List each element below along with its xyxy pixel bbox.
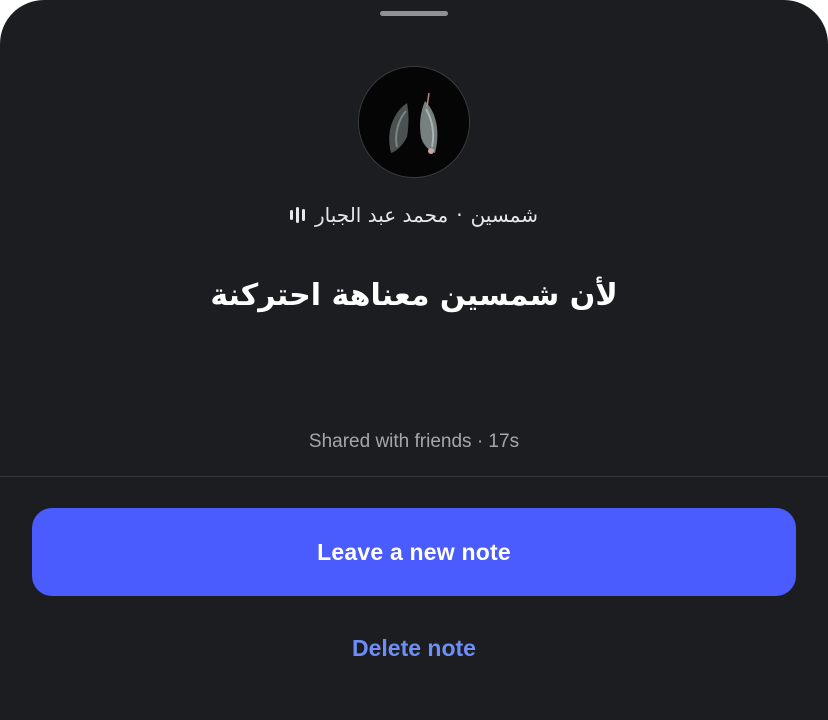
divider	[0, 476, 828, 477]
sheet-grabber[interactable]	[380, 11, 448, 16]
separator: ·	[456, 203, 463, 227]
delete-note-button[interactable]: Delete note	[0, 628, 828, 668]
music-bars-icon	[290, 207, 305, 223]
music-attribution[interactable]: محمد عبد الجبار · شمسين	[0, 200, 828, 230]
song-title: شمسين	[470, 203, 538, 227]
note-bottom-sheet: محمد عبد الجبار · شمسين لأن شمسين معناهة…	[0, 0, 828, 720]
note-meta: Shared with friends · 17s	[308, 431, 520, 452]
note-text: لأن شمسين معناهة احتركنة	[210, 278, 618, 313]
leave-new-note-button[interactable]: Leave a new note	[32, 508, 796, 596]
avatar	[358, 66, 470, 178]
artist-name: محمد عبد الجبار	[315, 203, 449, 227]
